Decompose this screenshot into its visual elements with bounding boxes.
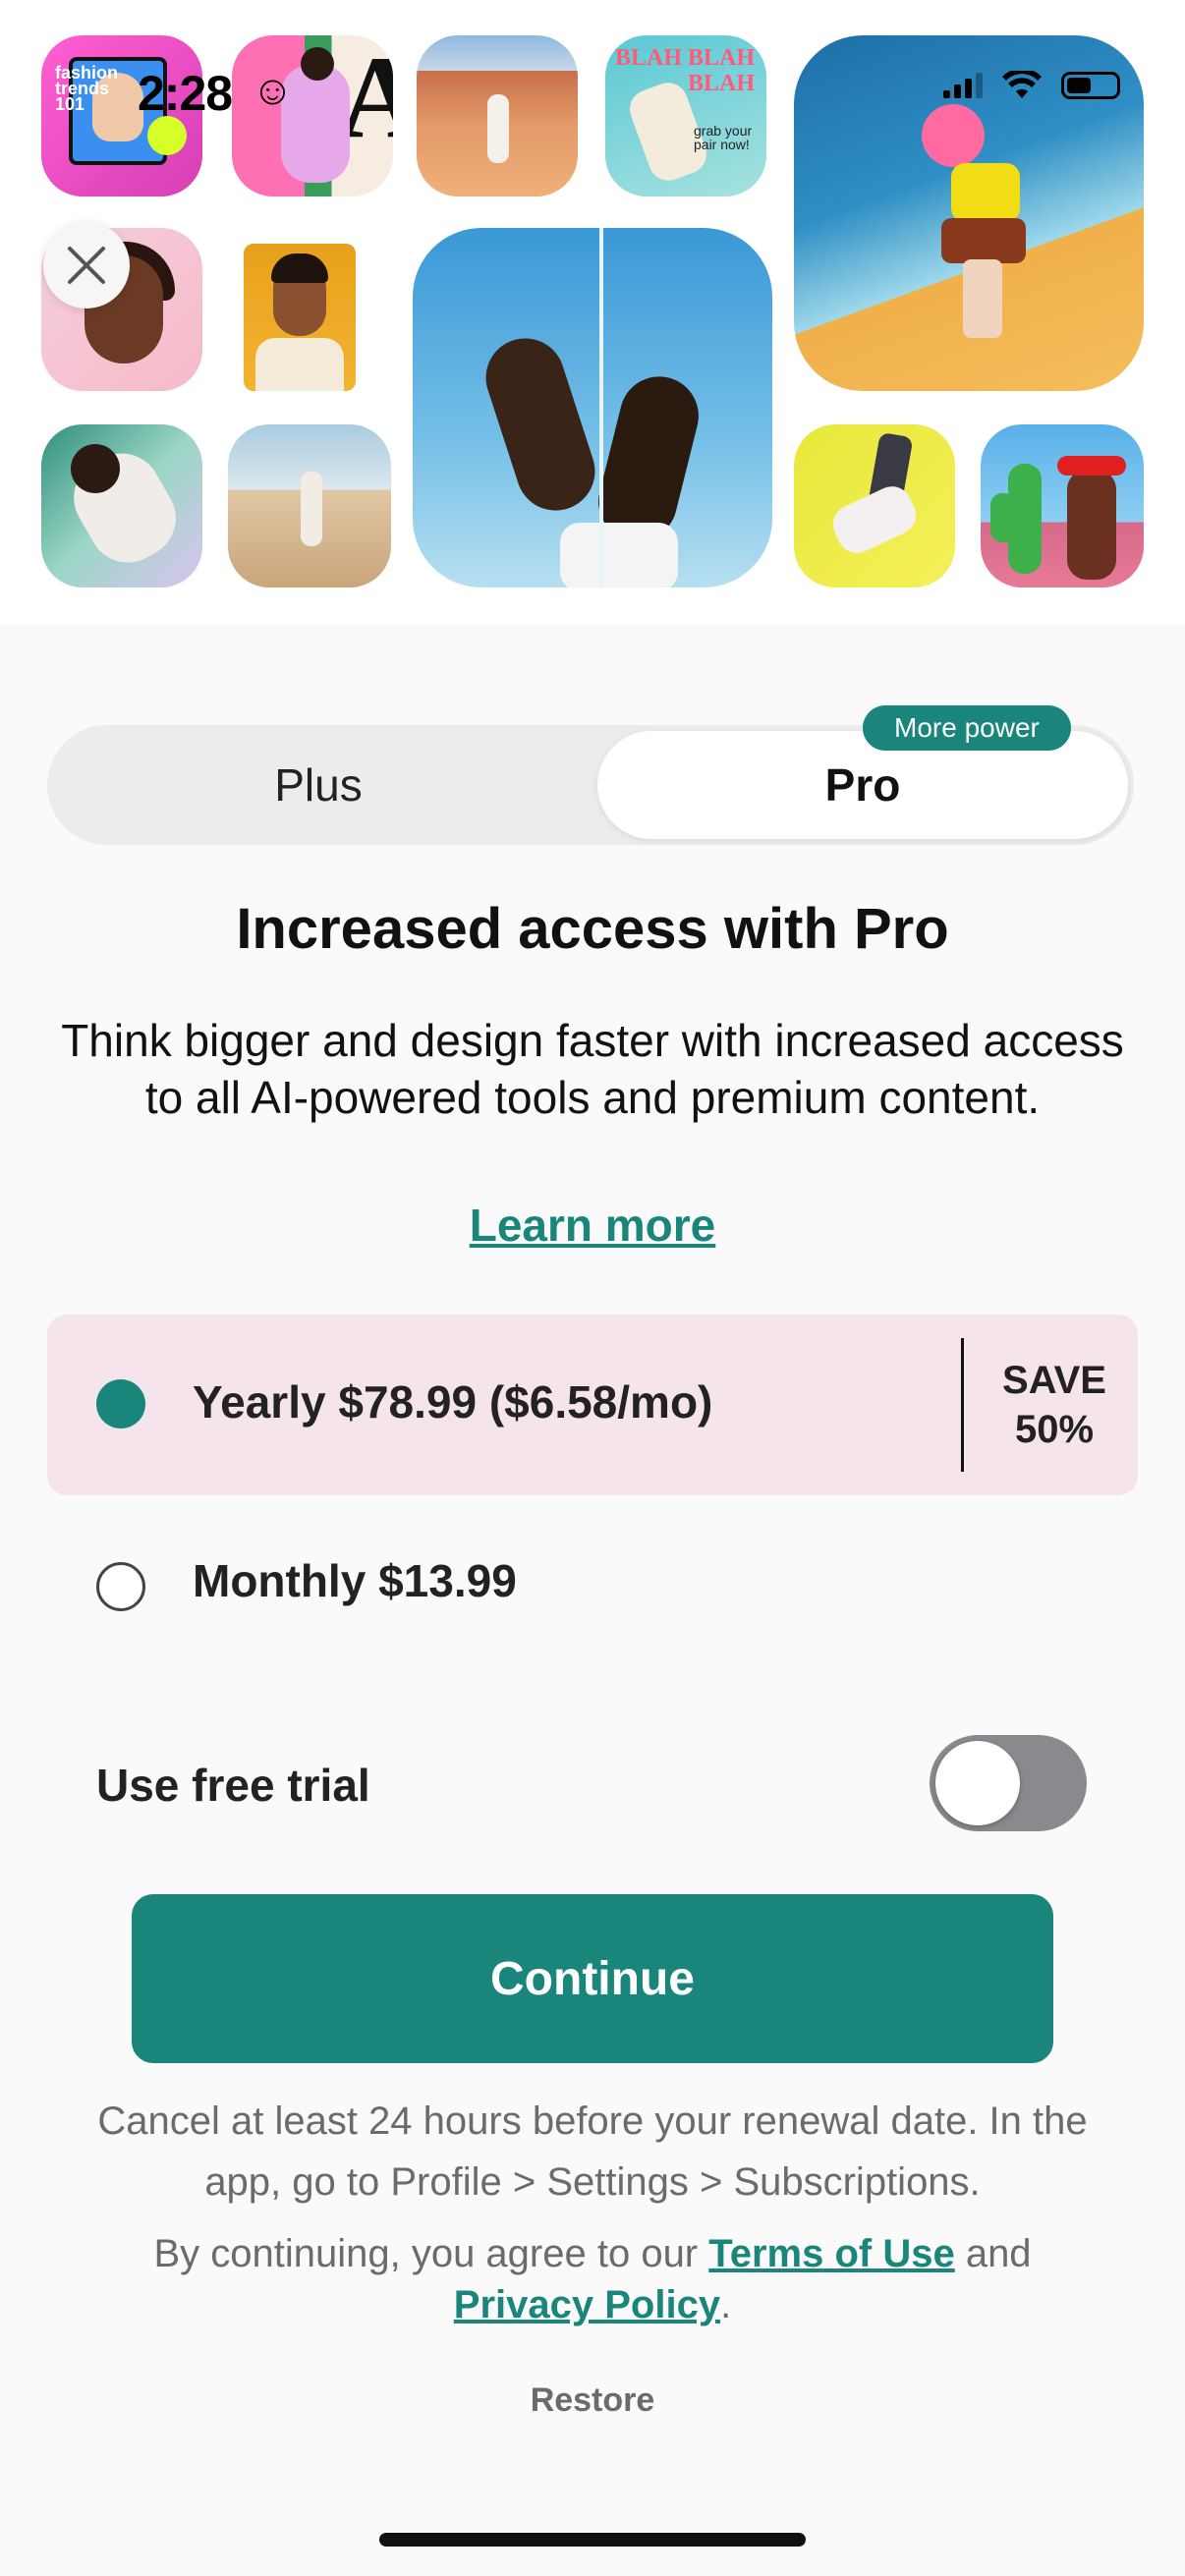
agree-suffix: . [720,2283,732,2326]
save-badge-line2: 50% [1014,1408,1095,1451]
home-indicator [379,2533,806,2547]
page-title: Increased access with Pro [236,897,949,961]
collage-grab-text: grab your pair now! [694,123,753,152]
yearly-radio-selected[interactable] [96,1379,145,1428]
collage-image-sneaker-ad: BLAH BLAH BLAH grab your pair now! [605,35,766,196]
privacy-policy-link[interactable]: Privacy Policy [454,2283,720,2326]
monthly-plan-label: Monthly $13.99 [193,1555,517,1606]
cellular-signal-icon [943,73,983,98]
cancel-note: Cancel at least 24 hours before your ren… [97,2100,1088,2204]
hero-collage: fashion trends 101 A BLAH BLAH BLAH grab… [0,0,1185,625]
collage-image-jump [41,424,202,588]
terms-agreement: By continuing, you agree to our Terms of… [59,2228,1126,2330]
more-power-badge: More power [863,705,1071,751]
collage-image-shoe [794,424,955,588]
collage-image-dunes [228,424,391,588]
toggle-knob [935,1741,1020,1825]
collage-image-desert [417,35,578,196]
terms-of-use-link[interactable]: Terms of Use [708,2232,954,2275]
free-trial-toggle[interactable] [930,1735,1087,1831]
close-icon [68,247,105,284]
collage-blah-text: BLAH BLAH BLAH [614,45,755,96]
status-smiley-icon: ☺ [252,67,294,113]
yearly-plan-option[interactable]: Yearly $78.99 ($6.58/mo) SAVE 50% [47,1315,1138,1495]
monthly-radio[interactable] [96,1562,145,1611]
agree-and: and [954,2232,1032,2275]
agree-prefix: By continuing, you agree to our [153,2232,709,2275]
collage-image-pose: A [232,35,393,196]
status-time: 2:28 [138,66,233,121]
yearly-plan-label: Yearly $78.99 ($6.58/mo) [193,1376,713,1428]
continue-button[interactable]: Continue [132,1894,1053,2063]
save-badge: SAVE 50% [990,1356,1118,1454]
collage-image-hands [413,228,772,588]
monthly-plan-option[interactable]: Monthly $13.99 [47,1513,1138,1660]
subscription-screen: fashion trends 101 A BLAH BLAH BLAH grab… [0,0,1185,2576]
restore-button[interactable]: Restore [0,2381,1185,2420]
save-divider [961,1338,964,1472]
close-button[interactable] [43,222,130,308]
collage-image-man [244,244,356,391]
learn-more-link[interactable]: Learn more [0,1199,1185,1252]
free-trial-label: Use free trial [96,1760,370,1811]
wifi-icon [1002,71,1042,98]
battery-icon [1061,72,1120,99]
status-icons [943,71,1120,100]
save-badge-line1: SAVE [1002,1359,1106,1402]
plan-description: Think bigger and design faster with incr… [61,1015,1124,1123]
tab-plus[interactable]: Plus [53,731,584,839]
collage-image-cactus [981,424,1144,588]
collage-fashion-text: fashion trends 101 [55,63,119,114]
